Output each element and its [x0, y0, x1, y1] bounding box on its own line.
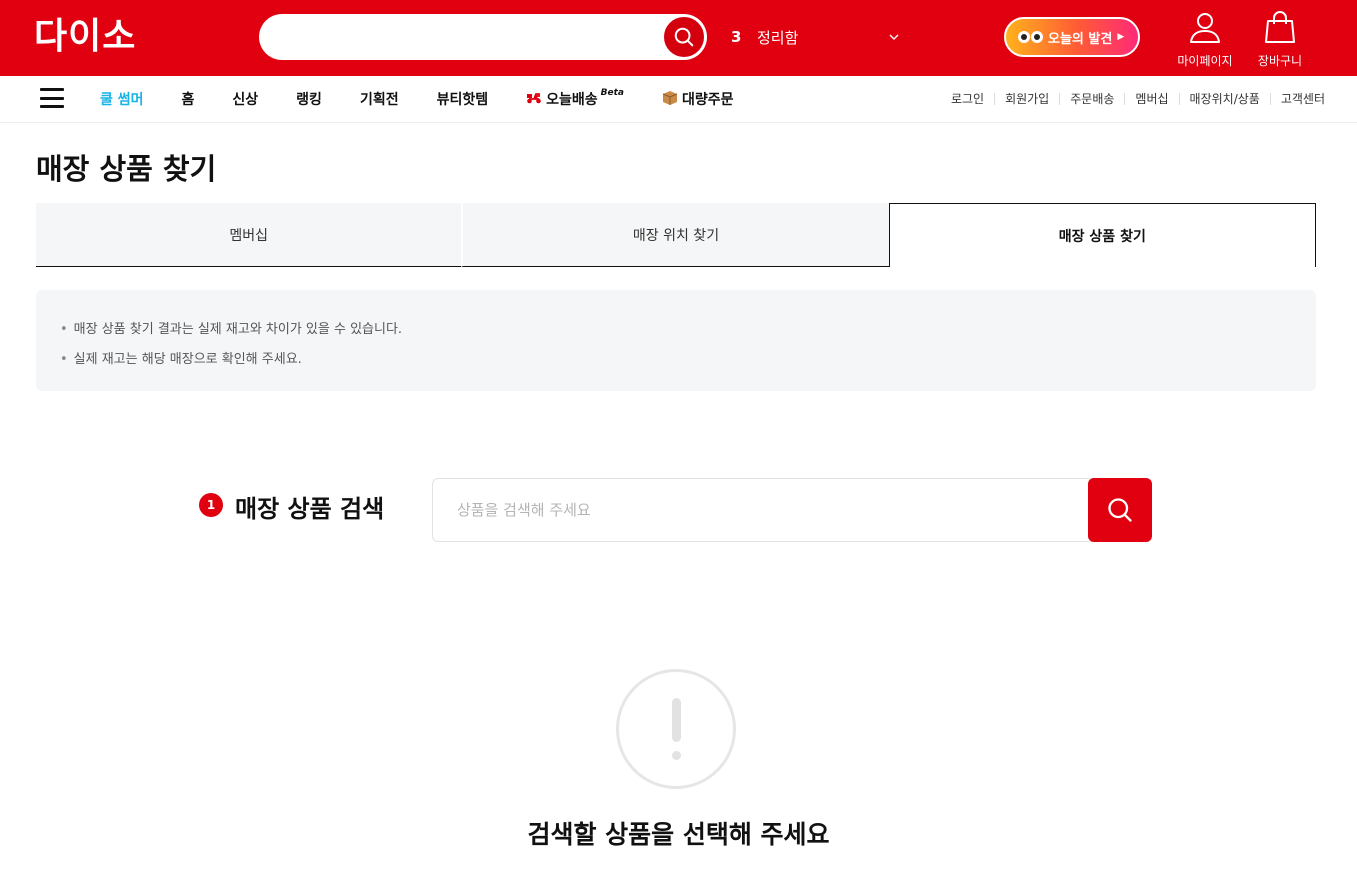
membership-link[interactable]: 멤버십	[1124, 93, 1178, 105]
store-location-link[interactable]: 매장위치/상품	[1178, 93, 1270, 105]
nav-item-promotion[interactable]: 기획전	[360, 89, 399, 109]
daiso-logo[interactable]: 다이소	[34, 17, 136, 57]
mypage-button[interactable]: 마이페이지	[1170, 10, 1240, 72]
notice-item: 실제 재고는 해당 매장으로 확인해 주세요.	[60, 345, 1316, 375]
main-menu: 쿨 썸머 홈 신상 랭킹 기획전 뷰티핫템 오늘배송 Beta 대량주문	[100, 88, 772, 109]
search-icon	[674, 27, 694, 47]
beta-badge: Beta	[600, 88, 624, 98]
nav-item-label: 쿨 썸머	[100, 92, 144, 108]
nav-item-label: 신상	[232, 92, 259, 108]
box-icon	[662, 90, 678, 109]
user-icon	[1190, 13, 1220, 43]
utility-links: 로그인 회원가입 주문배송 멤버십 매장위치/상품 고객센터	[941, 93, 1335, 105]
nav-item-label: 오늘배송	[546, 92, 598, 108]
nav-item-ranking[interactable]: 랭킹	[296, 89, 322, 109]
order-delivery-link[interactable]: 주문배송	[1059, 93, 1124, 105]
product-search-input[interactable]	[432, 478, 1092, 542]
cart-label: 장바구니	[1257, 54, 1303, 68]
mypage-label: 마이페이지	[1177, 54, 1233, 68]
today-discover-button[interactable]: 오늘의 발견 ▶	[1004, 17, 1140, 57]
notice-item: 매장 상품 찾기 결과는 실제 재고와 차이가 있을 수 있습니다.	[60, 315, 1316, 345]
top-header: 다이소 3 정리함 오늘의 발견 ▶ 마이페이지 장바구니	[0, 0, 1357, 76]
eyes-icon	[1018, 31, 1043, 43]
play-arrow-icon: ▶	[1117, 32, 1125, 42]
trending-word: 정리함	[757, 28, 799, 47]
page-title: 매장 상품 찾기	[36, 152, 217, 186]
product-search-label: 매장 상품 검색	[235, 495, 385, 523]
global-nav: 쿨 썸머 홈 신상 랭킹 기획전 뷰티핫템 오늘배송 Beta 대량주문 로그인…	[0, 76, 1357, 123]
trending-keyword[interactable]: 3 정리함	[731, 26, 901, 48]
chevron-down-icon[interactable]	[887, 30, 901, 44]
discover-label: 오늘의 발견	[1048, 31, 1113, 47]
login-link[interactable]: 로그인	[941, 93, 994, 105]
nav-item-label: 랭킹	[296, 92, 322, 108]
exclamation-icon	[616, 669, 736, 789]
nav-item-today-delivery[interactable]: 오늘배송 Beta	[526, 88, 624, 109]
product-search-row: 1 매장 상품 검색	[199, 478, 1152, 542]
global-search-input[interactable]	[259, 14, 707, 60]
step-number-badge: 1	[199, 493, 223, 517]
search-icon	[1108, 498, 1132, 522]
logo-text: 다이소	[34, 16, 137, 57]
nav-item-label: 홈	[181, 92, 195, 108]
nav-item-cool-summer[interactable]: 쿨 썸머	[100, 89, 144, 109]
tab-store-location[interactable]: 매장 위치 찾기	[461, 203, 889, 267]
scooter-icon	[526, 91, 542, 108]
nav-item-new[interactable]: 신상	[232, 89, 258, 109]
nav-item-home[interactable]: 홈	[182, 89, 195, 109]
nav-item-bulk-order[interactable]: 대량주문	[662, 89, 734, 109]
product-search-button[interactable]	[1088, 478, 1152, 542]
customer-center-link[interactable]: 고객센터	[1269, 93, 1335, 105]
signup-link[interactable]: 회원가입	[994, 93, 1059, 105]
empty-state-message: 검색할 상품을 선택해 주세요	[527, 820, 830, 849]
nav-item-label: 뷰티핫템	[436, 92, 489, 108]
trending-rank: 3	[731, 28, 742, 46]
nav-item-beauty[interactable]: 뷰티핫템	[437, 89, 489, 109]
nav-item-label: 대량주문	[681, 92, 734, 108]
tab-store-product[interactable]: 매장 상품 찾기	[888, 203, 1316, 267]
nav-item-label: 기획전	[359, 92, 399, 108]
tab-membership[interactable]: 멤버십	[36, 203, 462, 267]
shopping-bag-icon	[1265, 11, 1295, 43]
cart-button[interactable]: 장바구니	[1245, 10, 1315, 72]
tab-bar: 멤버십 매장 위치 찾기 매장 상품 찾기	[36, 203, 1316, 267]
notice-box: 매장 상품 찾기 결과는 실제 재고와 차이가 있을 수 있습니다. 실제 재고…	[36, 290, 1316, 391]
menu-icon[interactable]	[40, 88, 64, 108]
global-search-button[interactable]	[662, 15, 706, 59]
